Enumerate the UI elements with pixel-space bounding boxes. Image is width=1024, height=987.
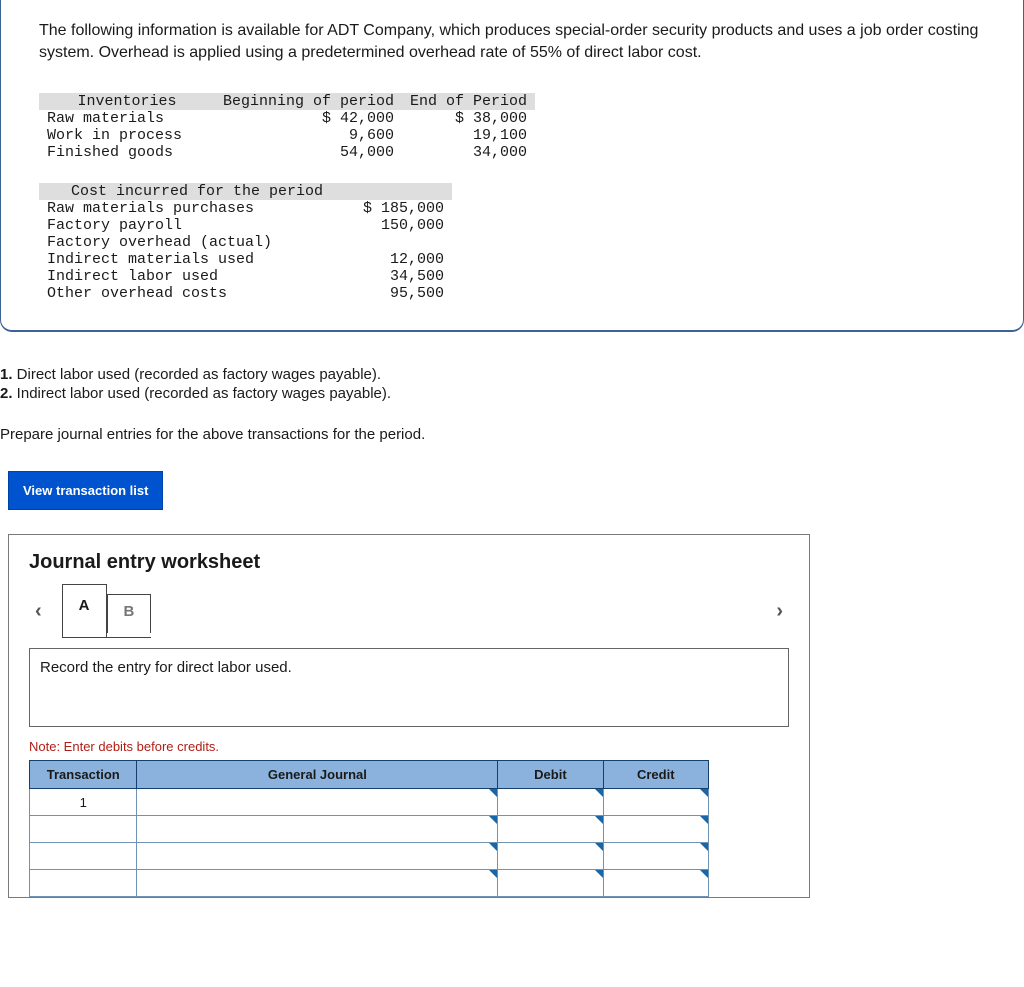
table-row: 1 (30, 789, 709, 816)
general-journal-cell[interactable] (137, 816, 498, 843)
transaction-cell (30, 816, 137, 843)
col-header-transaction: Transaction (30, 761, 137, 789)
col-header-general-journal: General Journal (137, 761, 498, 789)
table-row (30, 843, 709, 870)
transaction-cell: 1 (30, 789, 137, 816)
journal-worksheet: Journal entry worksheet ‹ A B › Record t… (8, 534, 810, 898)
credit-cell[interactable] (603, 843, 709, 870)
general-journal-cell[interactable] (137, 789, 498, 816)
table-row (30, 816, 709, 843)
col-header-credit: Credit (603, 761, 709, 789)
costs-table: Cost incurred for the period Raw materia… (39, 183, 452, 302)
table-row: Factory overhead (actual) (39, 234, 452, 251)
credit-cell[interactable] (603, 816, 709, 843)
table-row: Work in process 9,600 19,100 (39, 127, 535, 144)
transaction-cell (30, 870, 137, 897)
problem-box: The following information is available f… (0, 0, 1024, 332)
debit-cell[interactable] (498, 816, 603, 843)
table-row: Factory payroll150,000 (39, 217, 452, 234)
note-text: Note: Enter debits before credits. (29, 739, 789, 754)
table-row: Raw materials purchases$ 185,000 (39, 200, 452, 217)
journal-table: Transaction General Journal Debit Credit… (29, 760, 709, 897)
worksheet-tabs: A B (62, 584, 152, 638)
table-row: Raw materials $ 42,000 $ 38,000 (39, 110, 535, 127)
table-row: Indirect materials used12,000 (39, 251, 452, 268)
col-header-debit: Debit (498, 761, 603, 789)
chevron-left-icon[interactable]: ‹ (29, 596, 48, 627)
table-row: Other overhead costs95,500 (39, 285, 452, 302)
general-journal-cell[interactable] (137, 843, 498, 870)
question-list: 1. Direct labor used (recorded as factor… (0, 366, 1024, 402)
view-transaction-list-button[interactable]: View transaction list (8, 471, 163, 510)
debit-cell[interactable] (498, 789, 603, 816)
worksheet-title: Journal entry worksheet (29, 551, 789, 574)
table-row (30, 870, 709, 897)
debit-cell[interactable] (498, 870, 603, 897)
costs-header: Cost incurred for the period (39, 183, 355, 200)
inv-header-col1: Beginning of period (215, 93, 402, 110)
inventories-table: Inventories Beginning of period End of P… (39, 93, 535, 161)
problem-intro: The following information is available f… (39, 0, 985, 63)
credit-cell[interactable] (603, 870, 709, 897)
tab-a[interactable]: A (62, 584, 107, 637)
table-row: Indirect labor used34,500 (39, 268, 452, 285)
entry-prompt: Record the entry for direct labor used. (29, 648, 789, 727)
general-journal-cell[interactable] (137, 870, 498, 897)
question-1: 1. Direct labor used (recorded as factor… (0, 366, 1024, 383)
instruction: Prepare journal entries for the above tr… (0, 426, 1024, 443)
inv-header-col0: Inventories (39, 93, 215, 110)
credit-cell[interactable] (603, 789, 709, 816)
inv-header-col2: End of Period (402, 93, 535, 110)
transaction-cell (30, 843, 137, 870)
table-row: Finished goods 54,000 34,000 (39, 144, 535, 161)
chevron-right-icon[interactable]: › (770, 596, 789, 627)
question-2: 2. Indirect labor used (recorded as fact… (0, 385, 1024, 402)
debit-cell[interactable] (498, 843, 603, 870)
tab-b[interactable]: B (107, 594, 152, 633)
